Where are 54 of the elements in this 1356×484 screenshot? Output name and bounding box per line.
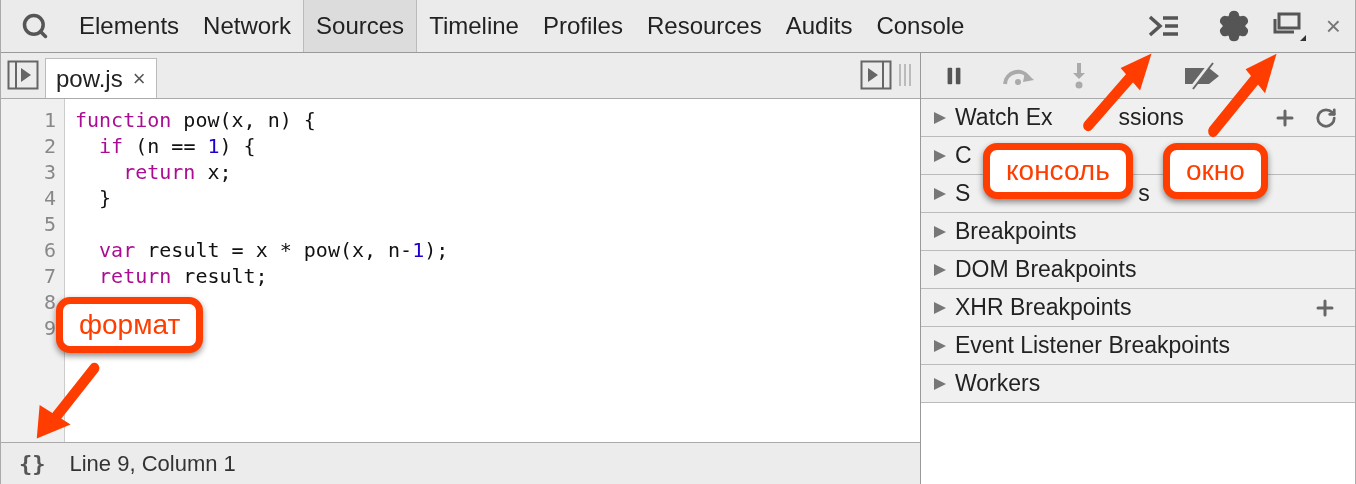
expand-triangle-icon[interactable] (933, 376, 947, 391)
refresh-icon[interactable] (1315, 106, 1337, 129)
debugger-toggle-icon[interactable] (860, 60, 892, 90)
line-number: 3 (43, 159, 56, 185)
code-line: } (98, 185, 112, 211)
resize-handle-icon[interactable] (898, 64, 912, 86)
expand-triangle-icon[interactable] (933, 148, 947, 163)
sidebar-section-header[interactable]: Watch Ex ssions (921, 99, 1355, 137)
sidebar-section-header[interactable]: XHR Breakpoints (921, 289, 1355, 327)
expand-triangle-icon[interactable] (933, 338, 947, 353)
panel-tab[interactable]: Sources (303, 0, 418, 52)
panel-tab[interactable]: Profiles (530, 0, 635, 52)
file-tab[interactable]: pow.js × (45, 58, 157, 98)
line-number: 4 (43, 185, 56, 211)
line-number: 2 (43, 133, 56, 159)
panel-tab[interactable]: Console (864, 0, 977, 52)
settings-icon[interactable] (1217, 10, 1250, 42)
code-line: function pow(x, n) { (75, 107, 316, 133)
panel-tab[interactable]: Timeline (417, 0, 531, 52)
line-number: 1 (43, 107, 56, 133)
console-drawer-icon[interactable] (1147, 14, 1180, 38)
expand-triangle-icon[interactable] (933, 110, 947, 125)
cursor-position: Line 9, Column 1 (69, 450, 236, 478)
code-line: return result; (98, 263, 268, 289)
sidebar-section-header[interactable]: Event Listener Breakpoints (921, 327, 1355, 365)
navigator-toggle-icon[interactable] (7, 60, 39, 90)
callout-label: консоль (983, 143, 1133, 199)
close-tab-button[interactable]: × (132, 62, 146, 95)
deactivate-breakpoints-icon[interactable] (1183, 61, 1221, 90)
line-number: 5 (43, 211, 56, 237)
line-number: 8 (43, 289, 56, 315)
panel-tab[interactable]: Resources (634, 0, 774, 52)
line-number: 6 (43, 237, 56, 263)
search-icon[interactable] (21, 12, 49, 40)
sidebar-section-header[interactable]: Breakpoints (921, 213, 1355, 251)
line-number: 7 (43, 263, 56, 289)
expand-triangle-icon[interactable] (933, 262, 947, 277)
callout-label: окно (1163, 143, 1268, 199)
panel-tab[interactable]: Elements (67, 0, 192, 52)
expand-triangle-icon[interactable] (933, 300, 947, 315)
pretty-print-button[interactable]: {} (19, 447, 46, 480)
panel-tab[interactable]: Audits (773, 0, 865, 52)
sidebar-section-header[interactable]: DOM Breakpoints (921, 251, 1355, 289)
line-number: 9 (43, 315, 56, 341)
close-button[interactable]: × (1325, 13, 1341, 39)
code-line: var result = x * pow(x, n-1); (98, 237, 449, 263)
panel-tab[interactable]: Network (191, 0, 304, 52)
callout-label: формат (56, 297, 204, 353)
expand-triangle-icon[interactable] (933, 224, 947, 239)
dock-icon[interactable] (1271, 11, 1306, 41)
sidebar-section-header[interactable]: Workers (921, 365, 1355, 403)
code-line: return x; (122, 159, 232, 185)
expand-triangle-icon[interactable] (933, 186, 947, 201)
code-line: if (n == 1) { (98, 133, 256, 159)
